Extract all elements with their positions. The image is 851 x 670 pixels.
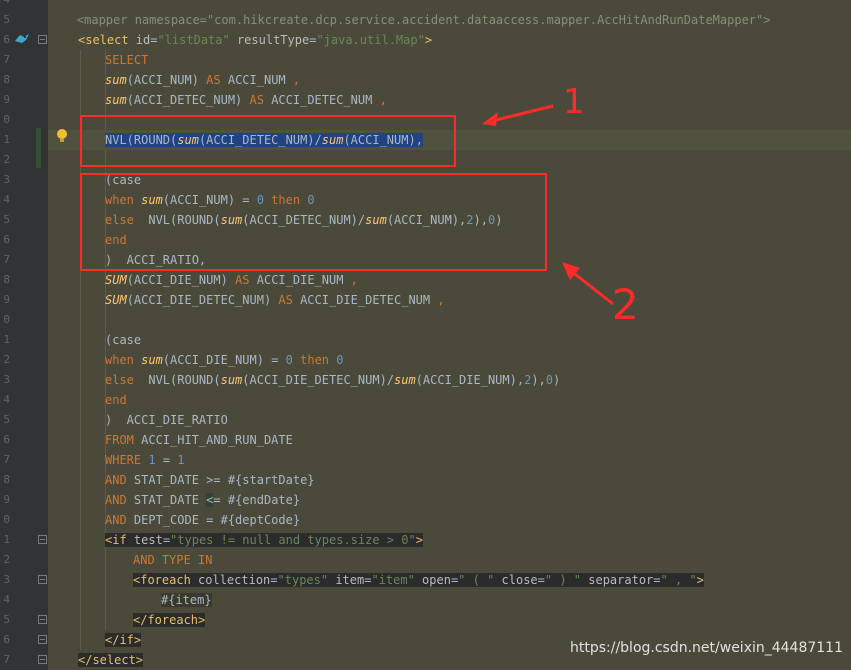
code-line-sum-die-detec-num: SUM(ACCI_DIE_DETEC_NUM) AS ACCI_DIE_DETE…	[105, 293, 445, 307]
code-line-when2: when sum(ACCI_DIE_NUM) = 0 then 0	[105, 353, 344, 367]
line-number: 7	[3, 253, 10, 266]
line-number: 7	[3, 453, 10, 466]
fold-icon[interactable]	[38, 575, 47, 584]
code-line-if-close: </if>	[105, 633, 142, 647]
annotation-box-1	[80, 115, 456, 167]
code-line-foreach-open: <foreach collection="types" item="item" …	[133, 573, 704, 587]
annotation-arrow-2	[562, 262, 614, 306]
fold-icon[interactable]	[38, 35, 47, 44]
annotation-arrow-1	[482, 104, 554, 126]
fold-icon[interactable]	[38, 635, 47, 644]
line-number: 9	[3, 293, 10, 306]
annotation-label-2: 2	[612, 280, 639, 329]
line-number: 5	[3, 413, 10, 426]
line-number: 1	[3, 533, 10, 546]
line-number: 2	[3, 553, 10, 566]
code-line-else2: else NVL(ROUND(sum(ACCI_DIE_DETEC_NUM)/s…	[105, 373, 561, 387]
code-line-and-end-date: AND STAT_DATE <= #{endDate}	[105, 493, 301, 507]
line-number: 3	[3, 573, 10, 586]
line-number: 3	[3, 373, 10, 386]
line-number-gutter: 4 5 6 7 8 9 0 1 2 3 4 5 6 7 8 9 0 1 2 3 4 5 6 7 8 9 0 1 2 3 4 5 6 7	[0, 0, 49, 670]
watermark: https://blog.csdn.net/weixin_44487111	[569, 640, 843, 656]
code-line-select: SELECT	[105, 53, 149, 67]
code-editor[interactable]: <mapper namespace="com.hikcreate.dcp.ser…	[48, 0, 851, 670]
fold-icon[interactable]	[38, 655, 47, 664]
line-number: 4	[3, 393, 10, 406]
code-line-acci-die-ratio: ) ACCI_DIE_RATIO	[105, 413, 228, 427]
code-line-end2: end	[105, 393, 127, 407]
line-number: 5	[3, 213, 10, 226]
mapper-open-tag: <mapper namespace="com.hikcreate.dcp.ser…	[76, 13, 771, 27]
code-line-where: WHERE 1 = 1	[105, 453, 185, 467]
line-number: 6	[3, 33, 10, 46]
line-number: 8	[3, 273, 10, 286]
change-marker	[36, 128, 41, 168]
line-number: 9	[3, 93, 10, 106]
line-number: 8	[3, 73, 10, 86]
line-number: 4	[0, 0, 10, 10]
line-number: 0	[3, 113, 10, 126]
line-number: 0	[3, 313, 10, 326]
line-number: 5	[3, 613, 10, 626]
code-line-and-type-in: AND TYPE IN	[133, 553, 213, 567]
code-line-and-dept-code: AND DEPT_CODE = #{deptCode}	[105, 513, 301, 527]
fold-icon[interactable]	[38, 535, 47, 544]
line-number: 7	[3, 53, 10, 66]
line-number: 4	[3, 193, 10, 206]
lightbulb-icon[interactable]	[56, 128, 68, 144]
line-number: 1	[3, 133, 10, 146]
line-number: 2	[3, 153, 10, 166]
code-line-mapper: <mapper namespace="com.hikcreate.dcp.ser…	[48, 0, 771, 27]
line-number: 6	[3, 233, 10, 246]
code-line-sum-die-num: SUM(ACCI_DIE_NUM) AS ACCI_DIE_NUM ,	[105, 273, 358, 287]
code-line-foreach-close: </foreach>	[133, 613, 206, 627]
code-line-item: #{item}	[161, 593, 212, 607]
mybatis-bird-icon[interactable]	[14, 32, 30, 46]
line-number: 8	[3, 473, 10, 486]
code-line-sum-acci-num: sum(ACCI_NUM) AS ACCI_NUM ,	[105, 73, 301, 87]
code-line-if-open: <if test="types != null and types.size >…	[105, 533, 423, 547]
code-line-from: FROM ACCI_HIT_AND_RUN_DATE	[105, 433, 293, 447]
code-line-sum-acci-detec-num: sum(ACCI_DETEC_NUM) AS ACCI_DETEC_NUM ,	[105, 93, 387, 107]
line-number: 9	[3, 493, 10, 506]
line-number: 5	[3, 13, 10, 26]
code-line-select-open: <select id="listData" resultType="java.u…	[78, 33, 433, 47]
line-number: 6	[3, 433, 10, 446]
line-number: 2	[3, 353, 10, 366]
line-number: 3	[3, 173, 10, 186]
line-number: 1	[3, 333, 10, 346]
fold-icon[interactable]	[38, 615, 47, 624]
annotation-label-1: 1	[563, 82, 585, 122]
code-line-and-start-date: AND STAT_DATE >= #{startDate}	[105, 473, 315, 487]
code-line-case2: (case	[105, 333, 142, 347]
line-number: 6	[3, 633, 10, 646]
line-number: 4	[3, 593, 10, 606]
line-number: 7	[3, 653, 10, 666]
annotation-box-2	[80, 173, 547, 271]
line-number: 0	[3, 513, 10, 526]
code-line-select-close: </select>	[78, 653, 144, 667]
